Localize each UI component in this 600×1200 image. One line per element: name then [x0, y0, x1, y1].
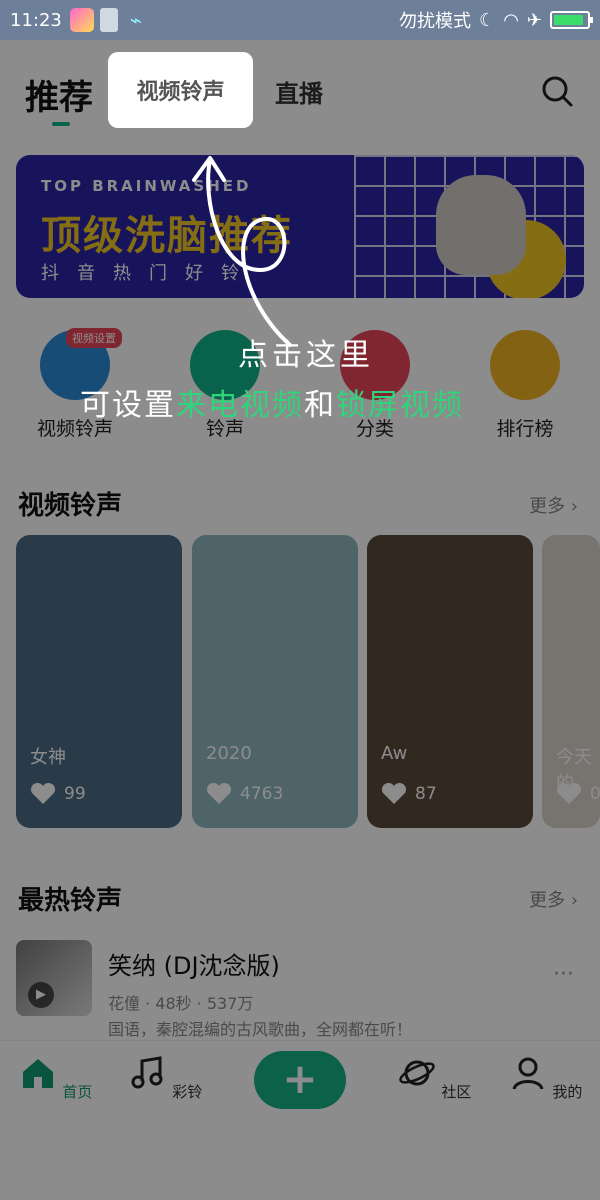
guide-text-line2: 可设置来电视频和锁屏视频 — [80, 380, 464, 424]
usb-icon: ⌁ — [129, 8, 142, 32]
guide-mid: 和 — [304, 388, 336, 423]
dnd-label: 勿扰模式 — [399, 11, 472, 32]
status-time: 11:23 — [10, 9, 62, 31]
guide-highlight-lock-video: 锁屏视频 — [336, 388, 464, 423]
airplane-icon: ✈ — [526, 9, 542, 31]
guide-arrow-icon — [192, 156, 292, 347]
wifi-icon: ◠ — [503, 9, 519, 31]
moon-icon: ☾ — [479, 9, 496, 31]
guide-prefix: 可设置 — [80, 388, 176, 423]
app-content: 推荐 视频铃声 直播 TOP BRAINWASHED 顶级洗脑推荐 抖音热门好铃… — [0, 40, 600, 1200]
status-bar: 11:23 ⌁ 勿扰模式 ☾ ◠ ✈ — [0, 0, 600, 40]
status-right: 勿扰模式 ☾ ◠ ✈ — [399, 7, 593, 33]
guide-highlight-call-video: 来电视频 — [176, 388, 304, 423]
cleaner-icon — [99, 8, 118, 32]
tab-video-ringtone[interactable]: 视频铃声 — [108, 52, 253, 128]
battery-icon — [550, 11, 593, 29]
battery-fill — [554, 15, 583, 25]
app-notification-icon — [69, 8, 94, 32]
guide-text-line1: 点击这里 — [238, 338, 374, 373]
